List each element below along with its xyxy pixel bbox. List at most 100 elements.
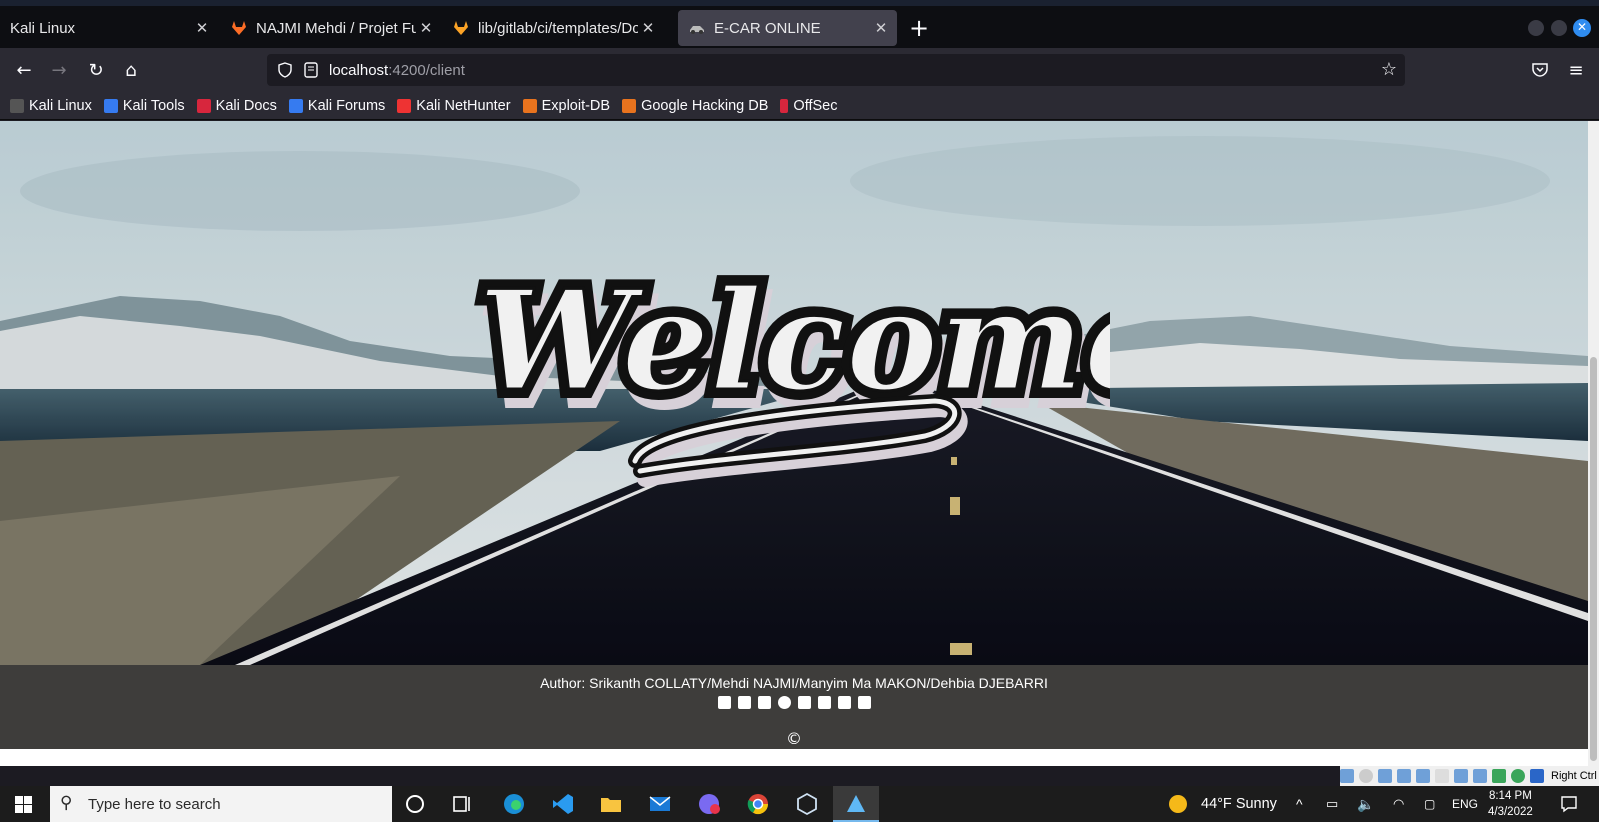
language-indicator[interactable]: ENG [1452, 786, 1478, 822]
vm-mouse-icon[interactable] [1511, 769, 1525, 783]
weather-widget[interactable]: 44°F Sunny [1169, 786, 1277, 822]
scrollbar-thumb[interactable] [1590, 357, 1597, 761]
windows-start-icon[interactable] [15, 796, 32, 813]
stackoverflow-icon[interactable] [857, 696, 871, 709]
vm-display-icon[interactable] [1454, 769, 1468, 783]
linkedin-icon[interactable] [757, 696, 771, 709]
web-page: Welcome Welcome Welcome Author: Srikanth… [0, 121, 1588, 766]
vm-disk-icon[interactable] [1340, 769, 1354, 783]
battery-icon[interactable]: ▭ [1326, 786, 1338, 822]
bookmark-label: Exploit-DB [541, 97, 611, 114]
bookmark-offsec[interactable]: OffSec [780, 98, 837, 114]
wifi-icon[interactable]: ◠ [1393, 786, 1404, 822]
close-window-icon[interactable]: ✕ [1573, 19, 1591, 37]
kali-dragon-icon [10, 98, 24, 113]
edge-icon[interactable] [502, 792, 526, 816]
facebook-icon[interactable] [717, 696, 731, 709]
forward-icon[interactable]: → [45, 56, 73, 84]
vm-usb-icon[interactable] [1416, 769, 1430, 783]
discord-icon[interactable] [697, 792, 721, 816]
bookmark-kali-linux[interactable]: Kali Linux [10, 98, 92, 114]
twitter-icon[interactable] [817, 696, 831, 709]
cortana-icon[interactable] [403, 792, 427, 816]
hero-banner: Welcome Welcome Welcome [0, 121, 1588, 665]
google-plus-icon[interactable] [797, 696, 811, 709]
tab-title: E-CAR ONLINE [714, 19, 821, 37]
shield-icon[interactable] [277, 62, 293, 78]
page-info-icon[interactable] [303, 62, 319, 78]
bookmark-kali-nethunter[interactable]: Kali NetHunter [397, 97, 511, 114]
address-bar[interactable]: localhost:4200/client ☆ [267, 54, 1405, 86]
clock-time: 8:14 PM [1488, 790, 1532, 802]
nethunter-icon [397, 98, 412, 113]
vm-recording-icon[interactable] [1473, 769, 1487, 783]
vm-audio-icon[interactable] [1378, 769, 1392, 783]
bookmark-star-icon[interactable]: ☆ [1381, 59, 1397, 80]
authors-text: Author: Srikanth COLLATY/Mehdi NAJMI/Man… [540, 675, 1048, 691]
chrome-icon[interactable] [746, 792, 770, 816]
tab-ecar-online[interactable]: E-CAR ONLINE ✕ [678, 10, 897, 46]
show-hidden-icons-icon[interactable]: ^ [1296, 786, 1303, 822]
search-icon: ⚲ [60, 793, 73, 813]
close-tab-icon[interactable]: ✕ [416, 18, 436, 38]
search-placeholder: Type here to search [88, 795, 221, 813]
notifications-icon[interactable] [1560, 795, 1578, 813]
exploit-db-icon [522, 98, 537, 113]
instagram-icon[interactable] [737, 696, 751, 709]
close-tab-icon[interactable]: ✕ [192, 18, 212, 38]
home-icon[interactable]: ⌂ [117, 56, 145, 84]
minimize-icon[interactable] [1528, 20, 1544, 36]
bookmark-label: OffSec [793, 97, 838, 114]
new-tab-icon[interactable]: + [905, 14, 933, 42]
bookmark-kali-docs[interactable]: Kali Docs [196, 97, 277, 114]
youtube-icon[interactable] [837, 696, 851, 709]
navigation-bar: ← → ↻ ⌂ localhost:4200/client ☆ ≡ [0, 48, 1599, 92]
social-links [0, 696, 1588, 709]
weather-text: 44°F Sunny [1201, 796, 1277, 812]
mail-icon[interactable] [648, 792, 672, 816]
back-icon[interactable]: ← [10, 56, 38, 84]
vm-optical-icon[interactable] [1359, 769, 1373, 783]
bookmark-label: Kali Forums [307, 97, 386, 114]
gitlab-icon [454, 21, 468, 35]
close-tab-icon[interactable]: ✕ [871, 18, 891, 38]
vm-cpu-icon[interactable] [1492, 769, 1506, 783]
tab-kali-linux[interactable]: Kali Linux ✕ [0, 10, 218, 46]
virtualbox-icon[interactable] [795, 792, 819, 816]
bookmark-google-hacking-db[interactable]: Google Hacking DB [622, 98, 768, 114]
vm-status-bar: Right Ctrl [1340, 766, 1599, 786]
vm-shared-folder-icon[interactable] [1435, 769, 1449, 783]
bookmark-label: Kali NetHunter [416, 97, 511, 114]
task-view-icon[interactable] [451, 792, 475, 816]
page-footer: Author: Srikanth COLLATY/Mehdi NAJMI/Man… [0, 665, 1588, 749]
reload-icon[interactable]: ↻ [82, 56, 110, 84]
tab-title: Kali Linux [10, 19, 76, 37]
page-scrollbar[interactable] [1588, 121, 1599, 766]
bookmark-kali-tools[interactable]: Kali Tools [103, 98, 185, 114]
bookmark-kali-forums[interactable]: Kali Forums [288, 97, 386, 114]
menu-icon[interactable]: ≡ [1562, 56, 1590, 84]
clock-date: 4/3/2022 [1488, 806, 1533, 818]
clock[interactable]: 8:14 PM 4/3/2022 [1488, 786, 1533, 822]
github-icon[interactable] [777, 696, 791, 709]
file-explorer-icon[interactable] [599, 792, 623, 816]
welcome-title: Welcome [478, 259, 1110, 422]
bookmark-label: Kali Linux [29, 97, 92, 114]
close-tab-icon[interactable]: ✕ [638, 18, 658, 38]
meet-now-icon[interactable]: ▢ [1424, 786, 1435, 822]
bookmark-label: Kali Docs [215, 97, 277, 114]
tab-najmi-project[interactable]: NAJMI Mehdi / Projet Full ✕ [230, 10, 442, 46]
windows-taskbar: ⚲ Type here to search 44°F Sunny ^ ▭ 🔈 ◠… [0, 786, 1599, 822]
title-bar-line [0, 0, 1599, 6]
bookmark-exploit-db[interactable]: Exploit-DB [522, 97, 611, 114]
taskbar-search-box[interactable]: ⚲ Type here to search [50, 786, 392, 822]
maximize-icon[interactable] [1551, 20, 1567, 36]
vm-keyboard-icon[interactable] [1530, 769, 1544, 783]
vscode-icon[interactable] [551, 792, 575, 816]
pocket-icon[interactable] [1531, 62, 1549, 78]
bookmarks-toolbar: Kali Linux Kali Tools Kali Docs Kali For… [0, 92, 1599, 120]
vm-network-icon[interactable] [1397, 769, 1411, 783]
volume-icon[interactable]: 🔈 [1357, 786, 1374, 822]
tab-gitlab-templates[interactable]: lib/gitlab/ci/templates/Do ✕ [452, 10, 664, 46]
taskbar-active-app[interactable] [833, 786, 879, 822]
